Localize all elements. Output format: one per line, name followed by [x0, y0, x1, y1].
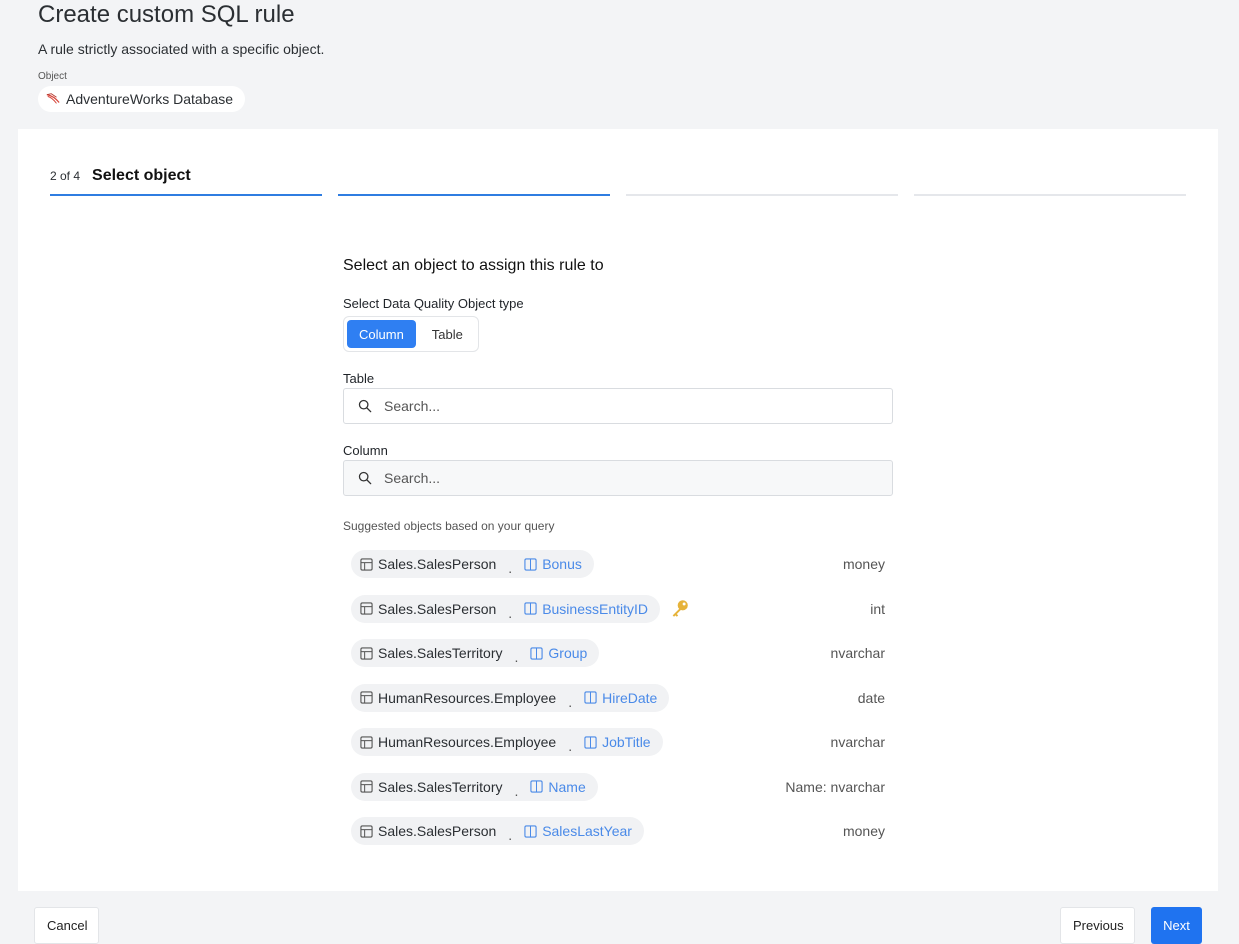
list-item: Sales.SalesTerritory . Group nvarchar: [343, 631, 893, 676]
previous-button[interactable]: Previous: [1060, 907, 1135, 944]
cancel-button[interactable]: Cancel: [34, 907, 99, 944]
column-label: Column: [343, 443, 388, 458]
wizard-card: 2 of 4 Select object Select an object to…: [18, 129, 1218, 891]
step-bar-3: [626, 194, 898, 196]
column-icon: [584, 691, 597, 704]
column-icon: [524, 558, 537, 571]
column-icon: [524, 825, 537, 838]
column-name: BusinessEntityID: [542, 600, 649, 617]
column-name: HireDate: [602, 689, 658, 706]
table-icon: [360, 647, 373, 660]
list-item: Sales.SalesTerritory . Name Name: nvarch…: [343, 765, 893, 810]
suggestion-chip[interactable]: Sales.SalesTerritory . Name: [351, 772, 598, 801]
list-item: Sales.SalesPerson . BusinessEntityID int: [343, 587, 893, 632]
table-name: HumanResources.Employee: [378, 689, 557, 706]
page-title: Create custom SQL rule: [38, 1, 295, 28]
table-icon: [360, 602, 373, 615]
suggestion-chip[interactable]: Sales.SalesPerson . Bonus: [351, 550, 594, 579]
step-bar-4: [914, 194, 1186, 196]
separator-dot: .: [508, 560, 513, 577]
column-search: [343, 460, 893, 496]
separator-dot: .: [514, 649, 519, 666]
table-name: Sales.SalesTerritory: [378, 778, 503, 795]
list-item: HumanResources.Employee . HireDate date: [343, 676, 893, 721]
column-name: JobTitle: [602, 734, 651, 751]
search-icon: [358, 471, 372, 485]
step-name: Select object: [92, 167, 191, 184]
table-icon: [360, 691, 373, 704]
page-subtitle: A rule strictly associated with a specif…: [38, 41, 325, 57]
separator-dot: .: [514, 782, 519, 799]
page-header: Create custom SQL rule A rule strictly a…: [38, 0, 324, 112]
primary-key-icon: [672, 600, 688, 617]
data-type: nvarchar: [830, 734, 885, 751]
column-icon: [524, 602, 537, 615]
list-item: HumanResources.Employee . JobTitle nvarc…: [343, 720, 893, 765]
table-search-input[interactable]: [384, 398, 864, 414]
object-type-label: Select Data Quality Object type: [343, 296, 524, 311]
column-icon: [530, 780, 544, 793]
suggestion-chip[interactable]: HumanResources.Employee . HireDate: [351, 683, 670, 712]
column-icon: [584, 736, 597, 749]
column-name: Group: [548, 645, 588, 662]
form-heading: Select an object to assign this rule to: [343, 257, 604, 274]
column-search-input[interactable]: [384, 470, 864, 486]
data-type: Name: nvarchar: [785, 778, 885, 795]
data-type: int: [870, 600, 885, 617]
data-type: money: [842, 823, 885, 840]
data-type: date: [857, 689, 885, 706]
search-icon: [358, 399, 372, 413]
object-chip[interactable]: AdventureWorks Database: [38, 86, 246, 112]
table-icon: [360, 780, 373, 793]
column-name: SalesLastYear: [542, 823, 632, 840]
data-type: money: [842, 556, 885, 573]
table-name: Sales.SalesPerson: [378, 823, 497, 840]
type-option-column[interactable]: Column: [347, 320, 416, 348]
object-name: AdventureWorks Database: [66, 91, 234, 107]
data-type: nvarchar: [830, 645, 885, 662]
object-type-toggle: Column Table: [343, 316, 479, 352]
separator-dot: .: [508, 827, 513, 844]
separator-dot: .: [568, 693, 573, 710]
database-logo-icon: [46, 93, 60, 104]
column-name: Bonus: [542, 556, 582, 573]
stepper: 2 of 4 Select object: [50, 129, 1186, 197]
suggestion-chip[interactable]: Sales.SalesTerritory . Group: [351, 639, 600, 668]
suggestion-chip[interactable]: Sales.SalesPerson . SalesLastYear: [351, 817, 644, 846]
type-option-table[interactable]: Table: [420, 320, 475, 348]
table-icon: [360, 825, 373, 838]
separator-dot: .: [568, 738, 573, 755]
column-icon: [530, 647, 544, 660]
table-icon: [360, 736, 373, 749]
step-bar-2: [338, 194, 610, 196]
table-icon: [360, 558, 373, 571]
separator-dot: .: [508, 604, 513, 621]
table-label: Table: [343, 371, 375, 386]
table-name: Sales.SalesTerritory: [378, 645, 503, 662]
table-search: [343, 388, 893, 424]
suggestion-chip[interactable]: HumanResources.Employee . JobTitle: [351, 728, 663, 757]
list-item: Sales.SalesPerson . Bonus money: [343, 542, 893, 587]
table-name: Sales.SalesPerson: [378, 600, 497, 617]
list-item: Sales.SalesPerson . SalesLastYear money: [343, 809, 893, 854]
object-label: Object: [38, 71, 67, 82]
suggestions-list: Sales.SalesPerson . Bonus money Sales.Sa…: [343, 542, 893, 854]
next-button[interactable]: Next: [1151, 907, 1202, 944]
column-name: Name: [548, 778, 586, 795]
step-count: 2 of 4: [50, 169, 81, 183]
suggestions-label: Suggested objects based on your query: [343, 519, 555, 533]
select-object-form: Select an object to assign this rule to …: [343, 257, 893, 854]
table-name: HumanResources.Employee: [378, 734, 557, 751]
suggestion-chip[interactable]: Sales.SalesPerson . BusinessEntityID: [351, 594, 661, 623]
step-bar-1: [50, 194, 322, 196]
table-name: Sales.SalesPerson: [378, 556, 497, 573]
step-label: 2 of 4 Select object: [50, 167, 191, 185]
